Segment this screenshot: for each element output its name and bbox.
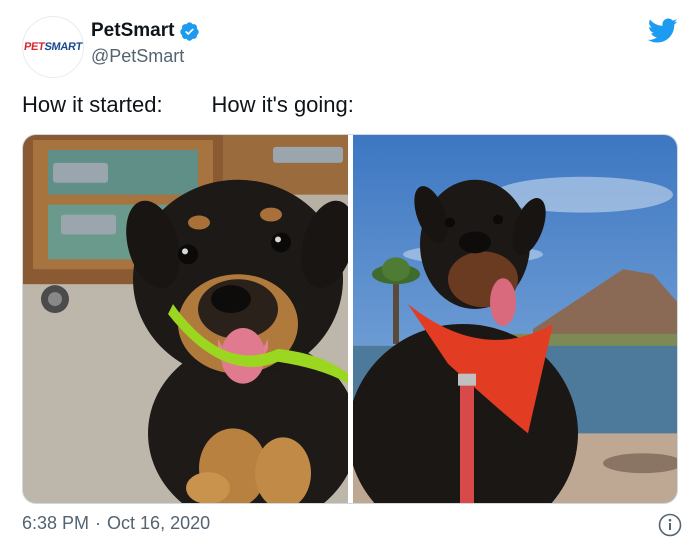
handle[interactable]: @PetSmart [91,46,200,67]
tweet-card: PETSMART PetSmart @PetSmart How it start… [0,0,696,551]
petsmart-logo: PETSMART [23,41,83,53]
tweet-text: How it started: How it's going: [22,92,354,117]
tweet-footer: 6:38 PM · Oct 16, 2020 [22,513,682,539]
separator: · [95,513,102,533]
tweet-time[interactable]: 6:38 PM [22,513,89,534]
verified-badge-icon [180,21,200,41]
avatar[interactable]: PETSMART [22,16,84,78]
display-name[interactable]: PetSmart [91,20,174,42]
grown-dog-photo[interactable] [353,135,678,503]
tweet-header: PETSMART PetSmart @PetSmart [22,16,682,78]
display-name-row: PetSmart [91,20,200,42]
tweet-date[interactable]: Oct 16, 2020 [107,513,210,534]
twitter-bird-icon[interactable] [648,18,678,44]
puppy-photo[interactable] [23,135,348,503]
timestamp[interactable]: 6:38 PM · Oct 16, 2020 [22,513,682,534]
tweet-media[interactable] [22,134,678,504]
author-names: PetSmart @PetSmart [91,20,200,67]
info-icon[interactable] [658,513,682,537]
